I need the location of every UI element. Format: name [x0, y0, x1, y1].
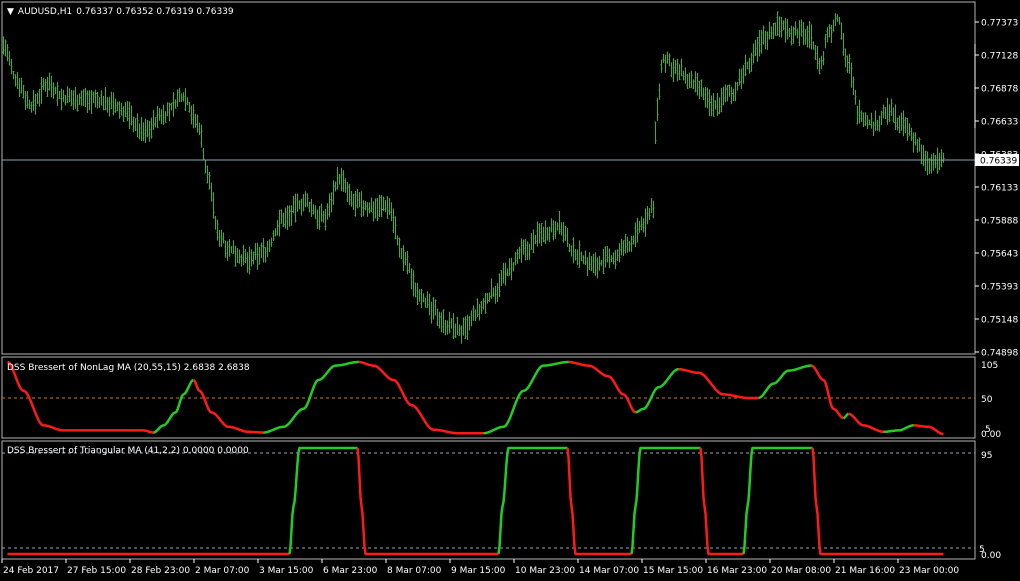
chart-ohlc: 0.76337 0.76352 0.76319 0.76339 [76, 7, 234, 17]
terminal-background [0, 0, 1020, 581]
time-label: 10 Mar 23:00 [515, 566, 575, 576]
price-level-label: 0.76133 [981, 184, 1018, 194]
time-label: 28 Feb 23:00 [131, 566, 190, 576]
price-level-label: 0.77128 [981, 52, 1018, 62]
time-label: 21 Mar 16:00 [835, 566, 895, 576]
time-label: 23 Mar 00:00 [899, 566, 959, 576]
time-label: 27 Feb 15:00 [67, 566, 126, 576]
time-label: 9 Mar 15:00 [451, 566, 506, 576]
current-price-label: 0.76339 [980, 157, 1017, 167]
time-label: 16 Mar 23:00 [707, 566, 767, 576]
trading-terminal: ▼ AUDUSD,H1 0.76337 0.76352 0.76319 0.7633… [0, 0, 1020, 581]
dss-nonlag-level-105: 105 [981, 361, 998, 371]
time-label: 6 Mar 23:00 [323, 566, 378, 576]
price-level-label: 0.75643 [981, 250, 1018, 260]
dss-nonlag-level-5: 5 [985, 425, 991, 435]
price-level-label: 0.76878 [981, 85, 1018, 95]
price-level-label: 0.74898 [981, 349, 1018, 359]
dss-nonlag-title: DSS Bressert of NonLag MA (20,55,15) 2.6… [7, 363, 250, 373]
dss-triangular-level-95-label: 95 [981, 451, 992, 461]
time-label: 14 Mar 07:00 [579, 566, 639, 576]
price-level-label: 0.75148 [981, 316, 1018, 326]
price-level-label: 0.75888 [981, 217, 1018, 227]
time-label: 8 Mar 07:00 [387, 566, 442, 576]
chart-title: ▼ AUDUSD,H1 0.76337 0.76352 0.76319 0.7633… [7, 7, 234, 17]
chart-symbol: AUDUSD,H1 [18, 7, 72, 17]
time-label: 24 Feb 2017 [3, 566, 59, 576]
price-level-label: 0.77373 [981, 19, 1018, 29]
dss-nonlag-level-50-label: 50 [981, 395, 993, 405]
dss-triangular-title: DSS Bressert of Triangular MA (41,2,2) 0… [7, 446, 249, 456]
time-label: 15 Mar 15:00 [643, 566, 703, 576]
dss-triangular-level-0: 0.00 [981, 551, 1001, 561]
time-label: 2 Mar 07:00 [195, 566, 250, 576]
price-level-label: 0.75393 [981, 283, 1018, 293]
chart-menu-arrow-icon[interactable]: ▼ [7, 7, 14, 17]
time-label: 20 Mar 08:00 [771, 566, 831, 576]
time-label: 3 Mar 15:00 [259, 566, 314, 576]
price-level-label: 0.76633 [981, 118, 1018, 128]
